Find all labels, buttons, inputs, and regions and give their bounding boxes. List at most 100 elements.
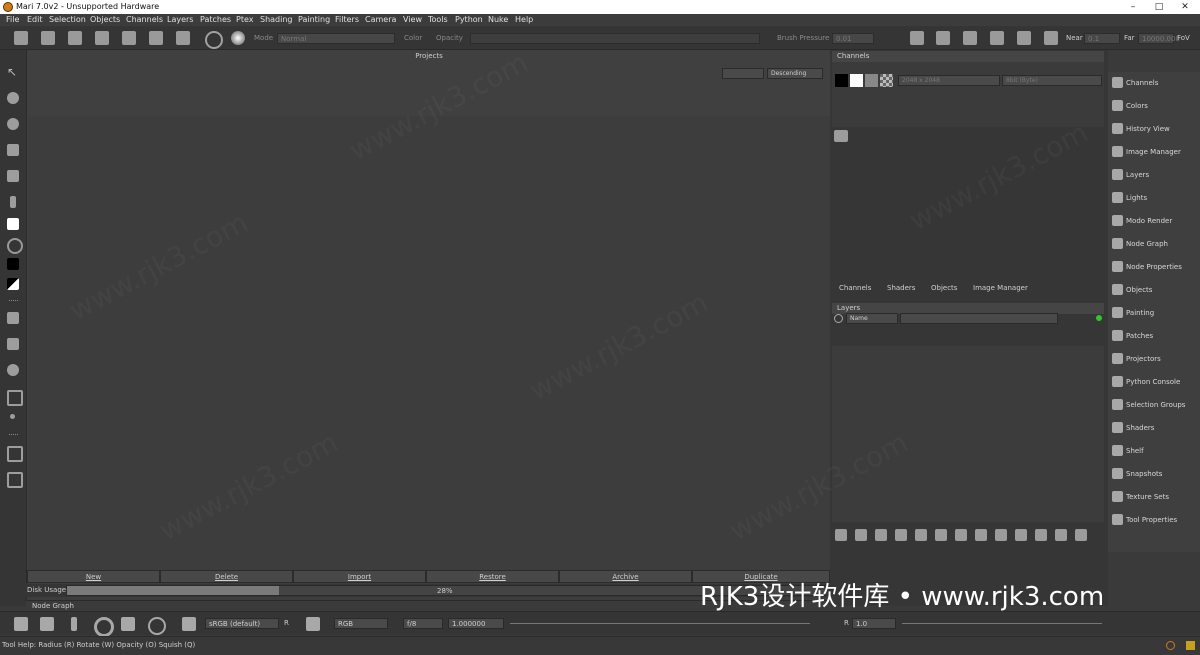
layers-search-input[interactable] <box>900 313 1058 324</box>
add-paint-layer-icon[interactable] <box>895 529 907 541</box>
gain-input[interactable]: 1.0 <box>852 618 896 629</box>
new-project-button[interactable]: New <box>27 570 160 583</box>
add-channel-icon[interactable] <box>834 130 848 142</box>
add-mask-icon[interactable] <box>935 529 947 541</box>
menu-edit[interactable]: Edit <box>27 15 43 24</box>
restore-project-button[interactable]: Restore <box>426 570 559 583</box>
curve-icon[interactable] <box>306 617 320 631</box>
brush-icon[interactable] <box>205 31 223 49</box>
eyedropper-tool-icon[interactable] <box>10 196 16 208</box>
minimize-button[interactable]: – <box>1120 0 1146 14</box>
white-swatch[interactable] <box>850 74 863 87</box>
checker-swatch[interactable] <box>880 74 893 87</box>
channel-dropdown[interactable]: RGB <box>334 618 388 629</box>
add-adjustment-icon[interactable] <box>855 529 867 541</box>
layers-tool-icon[interactable] <box>7 338 19 350</box>
layers-list[interactable] <box>832 346 1104 522</box>
layer-cache-icon[interactable] <box>1015 529 1027 541</box>
mesh-icon[interactable] <box>182 617 196 631</box>
menu-camera[interactable]: Camera <box>365 15 396 24</box>
tab-channels[interactable]: Channels <box>839 284 871 292</box>
point-tool-icon[interactable] <box>10 414 15 419</box>
sidebar-item-patches[interactable]: Patches <box>1108 325 1200 348</box>
tab-shaders[interactable]: Shaders <box>887 284 915 292</box>
menu-python[interactable]: Python <box>455 15 483 24</box>
paint-through-icon[interactable] <box>122 31 136 45</box>
menu-filters[interactable]: Filters <box>335 15 359 24</box>
near-input[interactable]: 0.1 <box>1084 33 1120 44</box>
gray-swatch[interactable] <box>865 74 878 87</box>
frame-tool-icon[interactable] <box>7 446 23 462</box>
sidebar-item-node-graph[interactable]: Node Graph <box>1108 233 1200 256</box>
clone-tool-icon[interactable] <box>149 31 163 45</box>
zoom-icon[interactable] <box>148 617 166 635</box>
menu-nuke[interactable]: Nuke <box>488 15 508 24</box>
layer-hierarchy-icon[interactable] <box>995 529 1007 541</box>
maximize-button[interactable]: □ <box>1146 0 1172 14</box>
sidebar-item-objects[interactable]: Objects <box>1108 279 1200 302</box>
archive-project-button[interactable]: Archive <box>559 570 692 583</box>
move-icon[interactable] <box>40 617 54 631</box>
fstop-input[interactable]: f/8 <box>403 618 443 629</box>
menu-patches[interactable]: Patches <box>200 15 231 24</box>
activity-icon[interactable] <box>1186 641 1195 650</box>
rotate-icon[interactable] <box>94 617 114 637</box>
camera-icon[interactable] <box>936 31 950 45</box>
new-project-icon[interactable] <box>14 31 28 45</box>
save-project-icon[interactable] <box>68 31 82 45</box>
sidebar-item-modo-render[interactable]: Modo Render <box>1108 210 1200 233</box>
tab-image-manager[interactable]: Image Manager <box>973 284 1028 292</box>
menu-painting[interactable]: Painting <box>298 15 330 24</box>
gain-slider[interactable] <box>902 623 1102 624</box>
sidebar-item-colors[interactable]: Colors <box>1108 95 1200 118</box>
transform-tool-icon[interactable] <box>7 170 19 182</box>
menu-tools[interactable]: Tools <box>428 15 448 24</box>
square-tool-icon[interactable] <box>7 390 23 406</box>
sidebar-item-shelf[interactable]: Shelf <box>1108 440 1200 463</box>
menu-file[interactable]: File <box>6 15 19 24</box>
exposure-slider[interactable] <box>510 623 810 624</box>
camera-view-icon[interactable] <box>910 31 924 45</box>
magnify-tool-icon[interactable] <box>7 118 19 130</box>
swap-colors-icon[interactable] <box>7 238 23 254</box>
menu-layers[interactable]: Layers <box>167 15 193 24</box>
menu-view[interactable]: View <box>403 15 422 24</box>
menu-ptex[interactable]: Ptex <box>236 15 253 24</box>
grid-tool-icon[interactable] <box>7 144 19 156</box>
sort-order-dropdown[interactable]: Descending <box>767 68 823 79</box>
background-color-swatch[interactable] <box>7 258 19 270</box>
sphere-tool-icon[interactable] <box>7 364 19 376</box>
menu-channels[interactable]: Channels <box>126 15 163 24</box>
sidebar-item-shaders[interactable]: Shaders <box>1108 417 1200 440</box>
add-mask-stack-icon[interactable] <box>955 529 967 541</box>
ortho-view-icon[interactable] <box>990 31 1004 45</box>
sidebar-item-image-manager[interactable]: Image Manager <box>1108 141 1200 164</box>
screen-view-icon[interactable] <box>1017 31 1031 45</box>
sidebar-item-painting[interactable]: Painting <box>1108 302 1200 325</box>
foreground-color-swatch[interactable] <box>7 218 19 230</box>
reset-colors-icon[interactable] <box>7 278 19 290</box>
down-arrow-icon[interactable] <box>71 617 77 631</box>
close-button[interactable]: ✕ <box>1172 0 1198 14</box>
sidebar-item-texture-sets[interactable]: Texture Sets <box>1108 486 1200 509</box>
crop-tool-icon[interactable] <box>7 472 23 488</box>
menu-help[interactable]: Help <box>515 15 533 24</box>
layer-merge-icon[interactable] <box>1035 529 1047 541</box>
brush-pressure-input[interactable]: 0.01 <box>832 33 874 44</box>
layers-filter-dropdown[interactable]: Name <box>846 313 898 324</box>
black-swatch[interactable] <box>835 74 848 87</box>
add-procedural-icon[interactable] <box>875 529 887 541</box>
layer-share-icon[interactable] <box>1055 529 1067 541</box>
projects-list[interactable] <box>28 116 830 618</box>
sidebar-item-projectors[interactable]: Projectors <box>1108 348 1200 371</box>
tab-objects[interactable]: Objects <box>931 284 957 292</box>
brush-settings-field[interactable] <box>470 33 760 44</box>
uv-view-icon[interactable] <box>963 31 977 45</box>
open-project-icon[interactable] <box>41 31 55 45</box>
colorspace-dropdown[interactable]: sRGB (default) <box>205 618 279 629</box>
menu-objects[interactable]: Objects <box>90 15 120 24</box>
sidebar-item-snapshots[interactable]: Snapshots <box>1108 463 1200 486</box>
paint-bucket-tool-icon[interactable] <box>7 312 19 324</box>
sidebar-item-node-properties[interactable]: Node Properties <box>1108 256 1200 279</box>
sidebar-item-channels[interactable]: Channels <box>1108 72 1200 95</box>
